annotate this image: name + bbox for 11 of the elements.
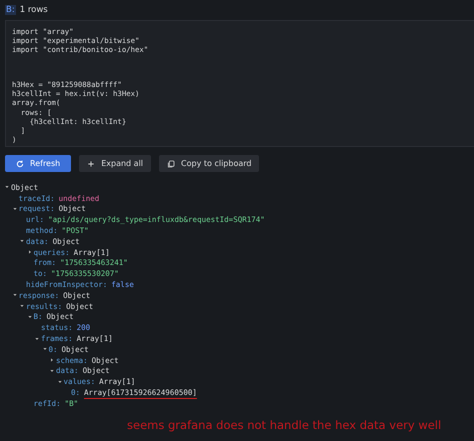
plus-icon [87,160,96,168]
refresh-icon [16,160,24,168]
refresh-button[interactable]: Refresh [5,155,72,172]
expand-all-button[interactable]: Expand all [79,155,152,172]
row-count: 1 rows [20,5,48,15]
copy-icon [167,160,176,168]
copy-button[interactable]: Copy to clipboard [159,155,260,172]
query-ref-badge: B: [5,5,16,15]
annotation-text: seems grafana does not handle the hex data very well [127,418,442,432]
caret-icon[interactable] [28,250,32,254]
caret-icon[interactable] [50,358,54,362]
